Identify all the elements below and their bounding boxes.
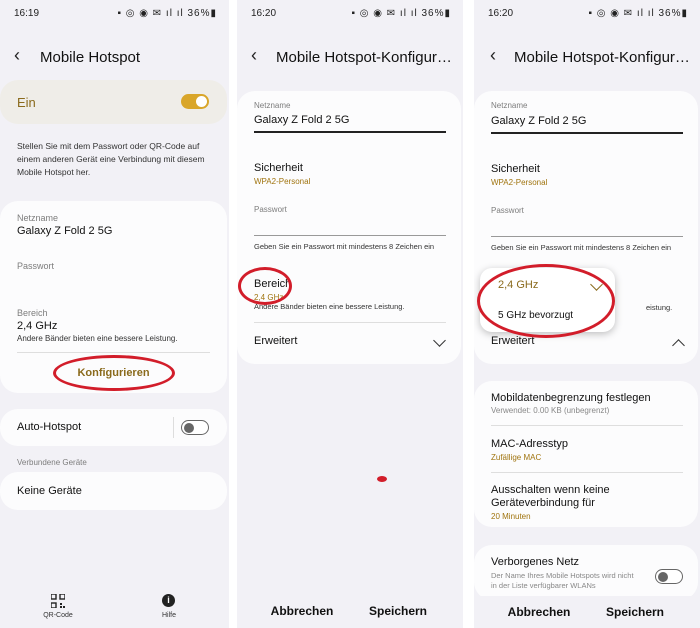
divider <box>491 425 683 426</box>
auto-hotspot-toggle[interactable] <box>181 420 209 435</box>
network-name-input[interactable]: Galaxy Z Fold 2 5G <box>491 115 586 127</box>
band-value: 2,4 GHz <box>17 320 58 332</box>
master-toggle[interactable] <box>181 94 209 109</box>
phone-screen-hotspot: 16:19 ▪ ◎ ◉ ✉ ıl ıl 36%▮ ‹ Mobile Hotspo… <box>0 0 229 628</box>
network-name-label: Netzname <box>254 101 291 110</box>
master-switch-row[interactable]: Ein <box>0 80 227 124</box>
security-value: WPA2-Personal <box>491 178 548 187</box>
band-option-selected[interactable]: 2,4 GHz <box>498 279 538 291</box>
chevron-up-icon[interactable] <box>672 339 685 352</box>
password-hint: Geben Sie ein Passwort mit mindestens 8 … <box>491 243 672 252</box>
page-title: Mobile Hotspot-Konfigurat... <box>276 49 456 66</box>
divider <box>17 352 210 353</box>
band-dropdown: 2,4 GHz 5 GHz bevorzugt <box>480 268 615 332</box>
password-label: Passwort <box>254 205 287 214</box>
help-icon[interactable]: i <box>162 594 175 607</box>
hotspot-description: Stellen Sie mit dem Passwort oder QR-Cod… <box>17 141 205 177</box>
screenshot-collage: 16:19 ▪ ◎ ◉ ✉ ıl ıl 36%▮ ‹ Mobile Hotspo… <box>0 0 700 628</box>
status-bar: 16:19 ▪ ◎ ◉ ✉ ıl ıl 36%▮ <box>0 0 229 26</box>
bottom-bar: Abbrechen Speichern <box>474 596 700 628</box>
security-label[interactable]: Sicherheit <box>491 163 540 175</box>
band-hint: Andere Bänder bieten eine bessere Leistu… <box>254 302 405 311</box>
security-value: WPA2-Personal <box>254 177 311 186</box>
hidden-network-card[interactable]: Verborgenes Netz Der Name Ihres Mobile H… <box>474 545 698 600</box>
no-devices-text: Keine Geräte <box>17 485 82 497</box>
divider <box>173 417 174 438</box>
network-name-label: Netzname <box>17 213 59 223</box>
advanced-label[interactable]: Erweitert <box>254 335 297 347</box>
cancel-button[interactable]: Abbrechen <box>257 604 347 618</box>
status-icons: ▪ ◎ ◉ ✉ ıl ıl 36%▮ <box>117 8 217 19</box>
status-bar: 16:20 ▪ ◎ ◉ ✉ ıl ıl 36%▮ <box>474 0 700 26</box>
timeout-label-line1[interactable]: Ausschalten wenn keine <box>491 484 610 496</box>
timeout-value: 20 Minuten <box>491 512 531 521</box>
save-button[interactable]: Speichern <box>353 604 443 618</box>
password-hint: Geben Sie ein Passwort mit mindestens 8 … <box>254 242 435 251</box>
help-label[interactable]: Hilfe <box>148 612 190 619</box>
band-hint-tail: eistung. <box>646 303 673 312</box>
network-name-value: Galaxy Z Fold 2 5G <box>17 225 113 237</box>
hidden-network-toggle[interactable] <box>655 569 683 584</box>
data-limit-value: Verwendet: 0.00 KB (unbegrenzt) <box>491 406 610 415</box>
advanced-label[interactable]: Erweitert <box>491 335 534 347</box>
status-bar: 16:20 ▪ ◎ ◉ ✉ ıl ıl 36%▮ <box>237 0 463 26</box>
password-label: Passwort <box>17 261 55 271</box>
security-label[interactable]: Sicherheit <box>254 162 303 174</box>
chevron-down-icon[interactable] <box>590 278 603 291</box>
password-input[interactable] <box>491 236 683 237</box>
band-label[interactable]: Bereich <box>254 278 291 290</box>
master-switch-label: Ein <box>17 95 36 110</box>
cancel-button[interactable]: Abbrechen <box>494 605 584 619</box>
status-time: 16:20 <box>251 8 277 19</box>
band-hint: Andere Bänder bieten eine bessere Leistu… <box>17 334 178 343</box>
phone-screen-config-dropdown: 16:20 ▪ ◎ ◉ ✉ ıl ıl 36%▮ ‹ Mobile Hotspo… <box>474 0 700 628</box>
connected-devices-header: Verbundene Geräte <box>17 458 87 467</box>
page-title: Mobile Hotspot-Konfigurat... <box>514 49 694 66</box>
status-icons: ▪ ◎ ◉ ✉ ıl ıl 36%▮ <box>588 8 688 19</box>
mac-type-value: Zufällige MAC <box>491 453 542 462</box>
back-arrow-icon[interactable]: ‹ <box>251 45 257 66</box>
phone-screen-config: 16:20 ▪ ◎ ◉ ✉ ıl ıl 36%▮ ‹ Mobile Hotspo… <box>237 0 463 628</box>
password-label: Passwort <box>491 206 524 215</box>
hidden-network-desc: Der Name Ihres Mobile Hotspots wird nich… <box>491 571 634 590</box>
auto-hotspot-row[interactable]: Auto-Hotspot <box>0 409 227 446</box>
annotation-dot <box>377 476 387 482</box>
configure-button[interactable]: Konfigurieren <box>0 367 227 379</box>
timeout-label-line2: Geräteverbindung für <box>491 497 595 509</box>
qr-code-label[interactable]: QR-Code <box>30 612 86 619</box>
network-info-card: Netzname Galaxy Z Fold 2 5G Passwort Ber… <box>0 201 227 393</box>
auto-hotspot-label: Auto-Hotspot <box>17 421 82 433</box>
network-name-input[interactable]: Galaxy Z Fold 2 5G <box>254 114 349 126</box>
band-value: 2,4 GHz <box>254 293 284 302</box>
chevron-down-icon[interactable] <box>433 334 446 347</box>
divider <box>254 322 446 323</box>
input-underline <box>254 131 446 133</box>
mac-type-label[interactable]: MAC-Adresstyp <box>491 438 568 450</box>
back-arrow-icon[interactable]: ‹ <box>14 45 20 66</box>
status-time: 16:20 <box>488 8 514 19</box>
band-label: Bereich <box>17 308 48 318</box>
network-name-label: Netzname <box>491 101 528 110</box>
data-limit-label[interactable]: Mobildatenbegrenzung festlegen <box>491 392 651 404</box>
save-button[interactable]: Speichern <box>590 605 680 619</box>
input-underline <box>491 132 683 134</box>
devices-card: Keine Geräte <box>0 472 227 510</box>
band-option-5ghz[interactable]: 5 GHz bevorzugt <box>498 310 573 321</box>
divider <box>491 472 683 473</box>
status-icons: ▪ ◎ ◉ ✉ ıl ıl 36%▮ <box>351 8 451 19</box>
config-card: Netzname Galaxy Z Fold 2 5G Sicherheit W… <box>237 91 461 364</box>
hidden-network-label: Verborgenes Netz <box>491 556 580 568</box>
status-time: 16:19 <box>14 8 40 19</box>
back-arrow-icon[interactable]: ‹ <box>490 45 496 66</box>
qr-code-icon[interactable] <box>50 593 66 609</box>
advanced-settings-card: Mobildatenbegrenzung festlegen Verwendet… <box>474 381 698 527</box>
page-title: Mobile Hotspot <box>40 49 141 66</box>
password-input[interactable] <box>254 235 446 236</box>
